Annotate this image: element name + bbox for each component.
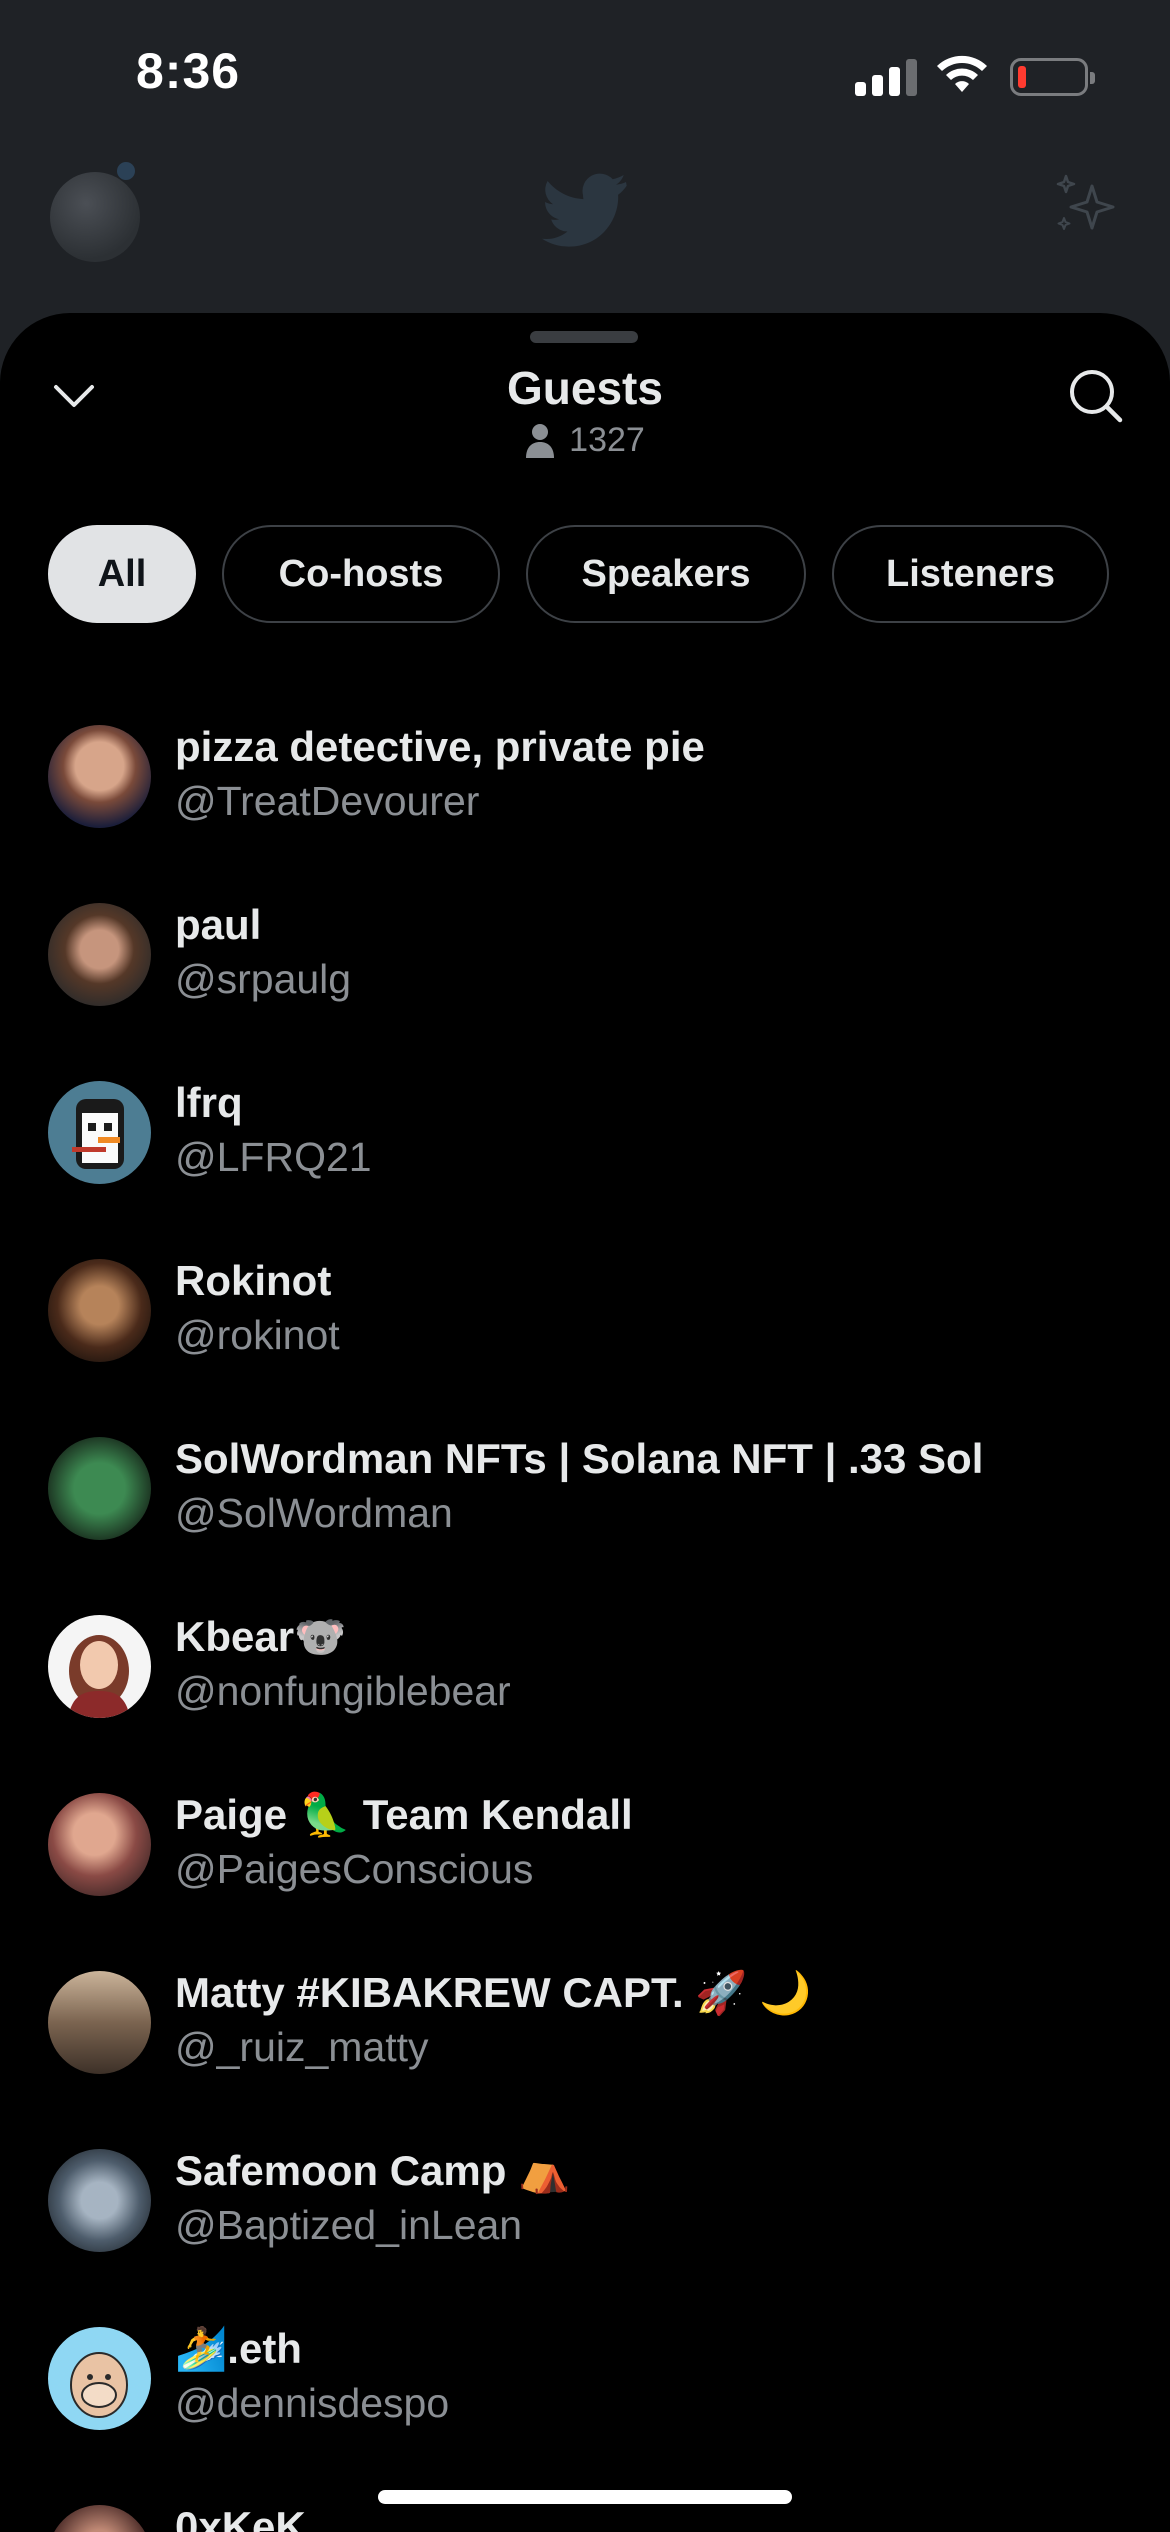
guest-handle: @srpaulg xyxy=(175,956,352,1002)
notification-dot xyxy=(117,162,135,180)
guest-name: paul xyxy=(175,901,262,948)
battery-icon xyxy=(1010,58,1095,96)
avatar[interactable] xyxy=(48,2327,151,2430)
guest-row[interactable]: Matty #KIBAKREW CAPT. 🚀 🌙 @_ruiz_matty xyxy=(0,1929,1170,2107)
guest-name: Paige 🦜 Team Kendall xyxy=(175,1791,633,1838)
avatar[interactable] xyxy=(48,903,151,1006)
guest-row[interactable]: pizza detective, private pie @TreatDevou… xyxy=(0,683,1170,861)
filter-all[interactable]: All xyxy=(48,525,196,623)
home-indicator[interactable] xyxy=(378,2490,792,2504)
avatar[interactable] xyxy=(48,1615,151,1718)
twitter-bird-icon xyxy=(542,173,627,247)
guest-name: Kbear🐨 xyxy=(175,1613,347,1660)
guest-handle: @_ruiz_matty xyxy=(175,2024,429,2070)
filter-speakers[interactable]: Speakers xyxy=(526,525,806,623)
filter-tabs: All Co-hosts Speakers Listeners xyxy=(48,525,1109,625)
profile-avatar xyxy=(50,172,140,262)
guest-row[interactable]: paul @srpaulg xyxy=(0,861,1170,1039)
cartoon-avatar-art xyxy=(68,1635,130,1718)
guest-row[interactable]: Kbear🐨 @nonfungiblebear xyxy=(0,1573,1170,1751)
guest-handle: @TreatDevourer xyxy=(175,778,480,824)
status-time: 8:36 xyxy=(136,43,241,99)
filter-listeners[interactable]: Listeners xyxy=(832,525,1109,623)
guests-sheet: Guests 1327 All Co-hosts Speakers Listen… xyxy=(0,313,1170,2532)
avatar[interactable] xyxy=(48,1793,151,1896)
guest-row[interactable]: Safemoon Camp ⛺ @Baptized_inLean xyxy=(0,2107,1170,2285)
guest-handle: @rokinot xyxy=(175,1312,340,1358)
guest-name: lfrq xyxy=(175,1079,243,1126)
wifi-icon xyxy=(937,55,987,92)
avatar[interactable] xyxy=(48,1081,151,1184)
guest-name: 0xKeK xyxy=(175,2503,306,2532)
status-bar: 8:36 xyxy=(0,0,1170,150)
sheet-title: Guests xyxy=(507,362,663,414)
guest-handle: @dennisdespo xyxy=(175,2380,450,2426)
ape-avatar-art xyxy=(70,2352,128,2418)
avatar[interactable] xyxy=(48,2149,151,2252)
guest-name: Matty #KIBAKREW CAPT. 🚀 🌙 xyxy=(175,1969,812,2016)
guest-list: pizza detective, private pie @TreatDevou… xyxy=(0,683,1170,2532)
guest-name: pizza detective, private pie xyxy=(175,723,705,770)
guest-count-value: 1327 xyxy=(569,421,645,459)
guest-name: Safemoon Camp ⛺ xyxy=(175,2147,571,2194)
guest-handle: @PaigesConscious xyxy=(175,1846,534,1892)
dimmed-app-header xyxy=(0,150,1170,320)
guest-handle: @SolWordman xyxy=(175,1490,453,1536)
guest-name: Rokinot xyxy=(175,1257,332,1304)
avatar[interactable] xyxy=(48,1437,151,1540)
screen: 8:36 Guests 1327 All Co-hosts Speakers L… xyxy=(0,0,1170,2532)
guest-row[interactable]: SolWordman NFTs | Solana NFT | .33 Sol @… xyxy=(0,1395,1170,1573)
guest-row[interactable]: Rokinot @rokinot xyxy=(0,1217,1170,1395)
sheet-grabber[interactable] xyxy=(530,331,638,343)
cellular-signal-icon xyxy=(855,56,917,96)
avatar[interactable] xyxy=(48,1971,151,2074)
guest-count: 1327 xyxy=(0,421,1170,460)
guest-handle: @LFRQ21 xyxy=(175,1134,372,1180)
guest-row[interactable]: 🏄.eth @dennisdespo xyxy=(0,2285,1170,2463)
avatar[interactable] xyxy=(48,725,151,828)
guest-name: SolWordman NFTs | Solana NFT | .33 Sol xyxy=(175,1435,984,1482)
guest-handle: @nonfungiblebear xyxy=(175,1668,511,1714)
search-icon[interactable] xyxy=(1065,365,1125,425)
sparkle-icon xyxy=(1056,174,1115,230)
avatar[interactable] xyxy=(48,1259,151,1362)
penguin-avatar-art xyxy=(72,1099,124,1169)
guest-row[interactable]: Paige 🦜 Team Kendall @PaigesConscious xyxy=(0,1751,1170,1929)
guest-name: 🏄.eth xyxy=(175,2325,302,2372)
filter-co-hosts[interactable]: Co-hosts xyxy=(222,525,500,623)
guest-handle: @Baptized_inLean xyxy=(175,2202,523,2248)
avatar[interactable] xyxy=(48,2505,151,2532)
guest-row[interactable]: lfrq @LFRQ21 xyxy=(0,1039,1170,1217)
person-icon xyxy=(526,423,555,458)
